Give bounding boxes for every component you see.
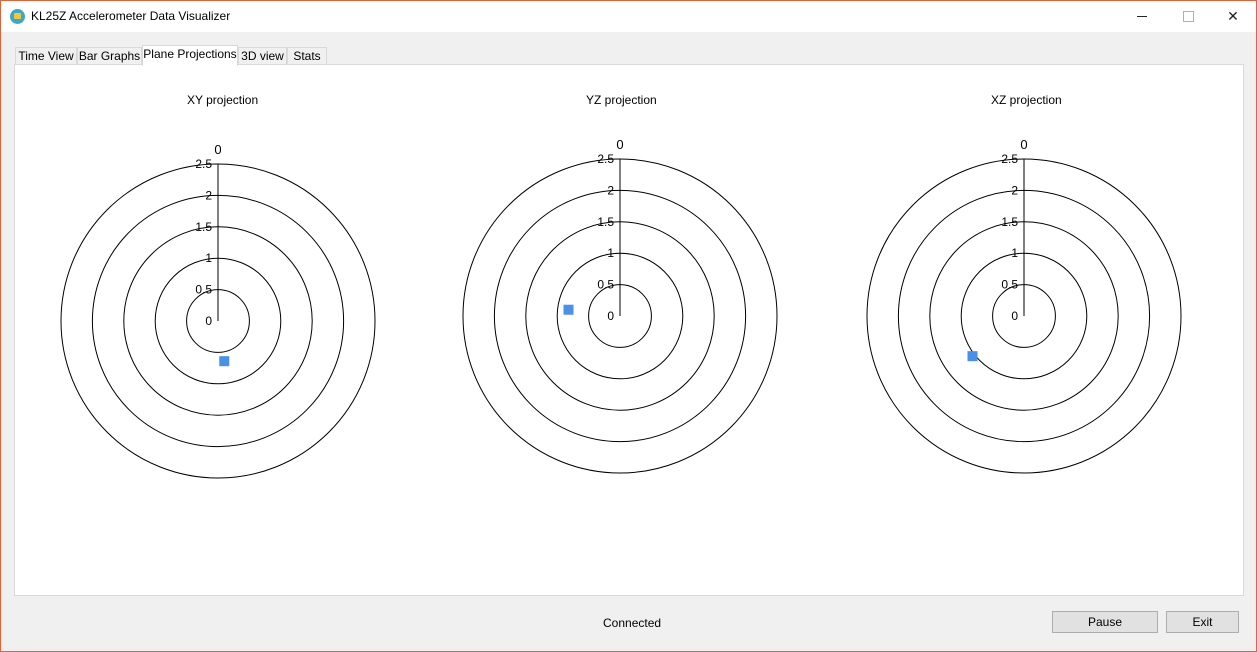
radial-tick-label: 0.5 bbox=[597, 278, 614, 292]
close-icon: ✕ bbox=[1227, 8, 1239, 25]
app-window: KL25Z Accelerometer Data Visualizer ✕ Ti… bbox=[0, 0, 1257, 652]
radial-tick-label: 2.5 bbox=[597, 152, 614, 166]
radial-tick-label: 1.5 bbox=[597, 215, 614, 229]
angle-label: 0 bbox=[616, 137, 623, 152]
radial-tick-label: 1 bbox=[607, 246, 614, 260]
radial-tick-label: 1.5 bbox=[1001, 215, 1018, 229]
title-bar: KL25Z Accelerometer Data Visualizer ✕ bbox=[1, 1, 1256, 32]
radial-tick-label: 0 bbox=[205, 314, 212, 328]
radial-tick-label: 0 bbox=[1011, 309, 1018, 323]
radial-tick-label: 1 bbox=[1011, 246, 1018, 260]
radial-tick-label: 2 bbox=[205, 188, 212, 202]
radial-tick-label: 2 bbox=[607, 183, 614, 197]
minimize-button[interactable] bbox=[1119, 1, 1165, 32]
radial-tick-label: 2.5 bbox=[195, 157, 212, 171]
angle-label: 0 bbox=[214, 142, 221, 157]
radial-tick-label: 0.5 bbox=[195, 283, 212, 297]
xy-projection-title: XY projection bbox=[187, 93, 259, 107]
xz-polar-chart: 00.511.522.50 bbox=[866, 137, 1182, 474]
xz-projection-title: XZ projection bbox=[991, 93, 1062, 107]
connection-status: Connected bbox=[603, 616, 662, 630]
radial-tick-label: 0.5 bbox=[1001, 278, 1018, 292]
app-icon bbox=[10, 9, 25, 24]
exit-button[interactable]: Exit bbox=[1166, 611, 1239, 633]
tab-3d-view[interactable]: 3D view bbox=[238, 47, 287, 65]
pause-button[interactable]: Pause bbox=[1052, 611, 1158, 633]
angle-label: 0 bbox=[1020, 137, 1027, 152]
radial-tick-label: 1 bbox=[205, 251, 212, 265]
yz-projection-title: YZ projection bbox=[586, 93, 657, 107]
radial-tick-label: 2 bbox=[1011, 183, 1018, 197]
radial-tick-label: 0 bbox=[607, 309, 614, 323]
maximize-button[interactable] bbox=[1165, 1, 1211, 32]
window-title: KL25Z Accelerometer Data Visualizer bbox=[31, 9, 231, 23]
close-button[interactable]: ✕ bbox=[1210, 1, 1256, 32]
data-point bbox=[563, 304, 574, 315]
tab-bar-graphs[interactable]: Bar Graphs bbox=[77, 47, 142, 65]
radial-tick-label: 1.5 bbox=[195, 220, 212, 234]
data-point bbox=[219, 356, 230, 367]
tab-stats[interactable]: Stats bbox=[287, 47, 327, 65]
xy-polar-chart: 00.511.522.50 bbox=[60, 142, 376, 479]
tab-time-view[interactable]: Time View bbox=[15, 47, 77, 65]
radial-tick-label: 2.5 bbox=[1001, 152, 1018, 166]
tab-plane-projections[interactable]: Plane Projections bbox=[142, 45, 238, 66]
yz-polar-chart: 00.511.522.50 bbox=[462, 137, 778, 474]
maximize-icon bbox=[1182, 11, 1194, 22]
minimize-icon bbox=[1137, 16, 1147, 17]
data-point bbox=[967, 351, 978, 362]
